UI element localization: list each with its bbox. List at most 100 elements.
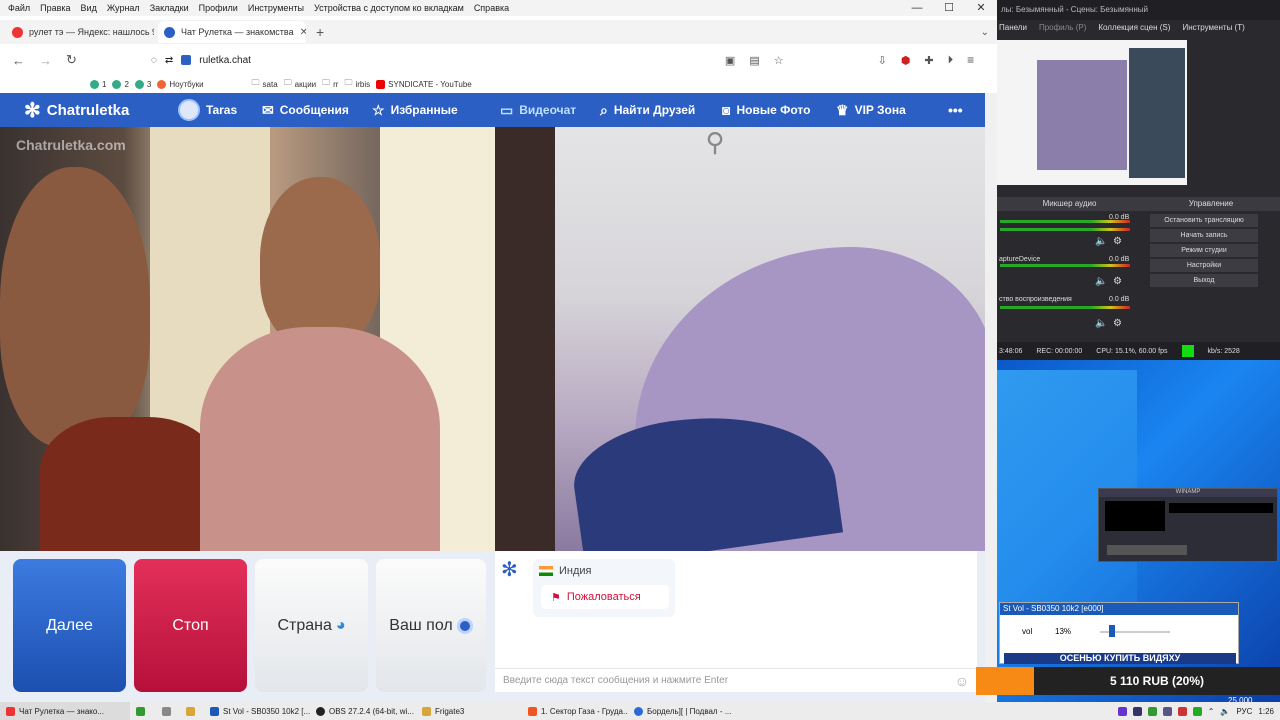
input-language[interactable]: РУС	[1236, 707, 1252, 716]
media-icon[interactable]: ⏵	[948, 54, 954, 67]
taskbar-app[interactable]	[130, 702, 156, 720]
taskbar-obs[interactable]: OBS 27.2.4 (64-bit, wi...	[310, 702, 416, 720]
nav-vip[interactable]: ♛ VIP Зона	[836, 93, 906, 127]
exit-button[interactable]: Выход	[1150, 274, 1258, 287]
audio-meter	[1000, 220, 1130, 223]
pocket-icon[interactable]: ▤	[749, 54, 759, 67]
nav-more-icon[interactable]: •••	[948, 93, 963, 127]
speaker-icon[interactable]: 🔈	[1220, 707, 1230, 716]
menu-profiles[interactable]: Профили	[199, 3, 238, 13]
minimize-button[interactable]: —	[901, 0, 933, 16]
new-tab-icon[interactable]: +	[316, 24, 324, 40]
obs-menu-scene-collection[interactable]: Коллекция сцен (S)	[1098, 20, 1170, 36]
bookmark-youtube[interactable]: SYNDICATE - YouTube	[376, 79, 472, 89]
next-button[interactable]: Далее	[13, 559, 126, 692]
tray-icon[interactable]	[1117, 706, 1127, 716]
bookmark-folder[interactable]: 🗀 sata	[252, 77, 278, 91]
volume-icon[interactable]: 🔈	[1095, 318, 1107, 329]
menu-devices[interactable]: Устройства с доступом ко вкладкам	[314, 3, 464, 13]
nav-user[interactable]: Taras	[178, 93, 237, 127]
obs-icon	[316, 706, 325, 716]
site-logo[interactable]: ✻ Chatruletka	[24, 93, 129, 127]
close-button[interactable]: ✕	[965, 0, 997, 16]
app-menu-icon[interactable]: ≡	[967, 53, 974, 67]
taskbar-browser[interactable]: Чат Рулетка — знако...	[0, 702, 130, 720]
chat-input[interactable]: Введите сюда текст сообщения и нажмите E…	[495, 668, 977, 692]
taskbar-app[interactable]	[156, 702, 180, 720]
back-icon[interactable]: ←	[12, 53, 25, 68]
bookmark-folder[interactable]: 1	[90, 79, 106, 89]
page-scrollbar[interactable]	[985, 93, 997, 702]
nav-messages[interactable]: ✉ Сообщения	[262, 93, 349, 127]
stop-stream-button[interactable]: Остановить трансляцию	[1150, 214, 1258, 227]
tray-icon[interactable]	[1192, 706, 1202, 716]
studio-mode-button[interactable]: Режим студии	[1150, 244, 1258, 257]
gear-icon[interactable]: ⚙	[1113, 236, 1122, 247]
ublock-icon[interactable]: ⬢	[901, 54, 911, 67]
report-button[interactable]: ⚑ Пожаловаться	[541, 585, 669, 609]
cpu-usage: CPU: 15.1%, 60.00 fps	[1096, 347, 1168, 355]
self-video: ⚲	[495, 127, 985, 551]
tray-icon[interactable]	[1162, 706, 1172, 716]
url-bar[interactable]: ◌ ⇄ ruletka.chat	[151, 55, 711, 66]
gear-icon[interactable]: ⚙	[1113, 276, 1122, 287]
menu-history[interactable]: Журнал	[107, 3, 140, 13]
obs-menu-profile[interactable]: Профиль (P)	[1039, 20, 1086, 36]
volume-icon[interactable]: 🔈	[1095, 276, 1107, 287]
taskbar-app[interactable]	[180, 702, 204, 720]
maximize-button[interactable]: ☐	[933, 0, 965, 16]
forward-icon[interactable]: →	[39, 53, 52, 68]
tab-list-chevron-icon[interactable]: ⌄	[981, 27, 989, 38]
tab-yandex[interactable]: рулет тэ — Яндекс: нашлось 9 ✕	[6, 21, 154, 43]
menu-bookmarks[interactable]: Закладки	[150, 3, 189, 13]
menu-help[interactable]: Справка	[474, 3, 509, 13]
reload-icon[interactable]: ↻	[66, 52, 77, 68]
nav-find-friends[interactable]: ⌕ Найти Друзей	[600, 93, 695, 127]
bookmark-folder[interactable]: 3	[134, 79, 151, 89]
menu-edit[interactable]: Правка	[40, 3, 70, 13]
bookmark-folder[interactable]: 🗀 irbis	[344, 77, 370, 91]
partner-info-card: Индия ⚑ Пожаловаться	[533, 559, 675, 617]
menu-tools[interactable]: Инструменты	[248, 3, 304, 13]
stop-button[interactable]: Стоп	[134, 559, 247, 692]
logo-text: Chatruletka	[46, 101, 130, 119]
nav-favorites[interactable]: ☆ Избранные	[372, 93, 458, 127]
emoji-icon[interactable]: ☺	[955, 669, 969, 693]
settings-button[interactable]: Настройки	[1150, 259, 1258, 272]
nav-new-photos[interactable]: ◙ Новые Фото	[722, 93, 810, 127]
menu-view[interactable]: Вид	[81, 3, 97, 13]
bookmark-folder[interactable]: 2	[112, 79, 129, 89]
banner-text: ОСЕНЬЮ КУПИТЬ ВИДЯХУ	[1004, 653, 1236, 664]
extensions-icon[interactable]: ⇩	[878, 54, 887, 67]
chevron-up-icon[interactable]: ⌃	[1208, 707, 1215, 716]
winamp-playback-buttons[interactable]	[1107, 545, 1187, 555]
clock[interactable]: 1:26	[1258, 707, 1274, 716]
folder-icon	[186, 706, 195, 716]
tray-icon[interactable]	[1147, 706, 1157, 716]
bookmark-folder[interactable]: 🗀 акции	[284, 77, 316, 91]
start-recording-button[interactable]: Начать запись	[1150, 229, 1258, 242]
volume-icon[interactable]: 🔈	[1095, 236, 1107, 247]
obs-menu-panels[interactable]: Панели	[999, 20, 1027, 36]
menu-file[interactable]: Файл	[8, 3, 30, 13]
tab-chatruletka[interactable]: Чат Рулетка — знакомства ✕	[158, 21, 306, 43]
bookmark-folder[interactable]: 🗀 rr	[322, 77, 338, 91]
tray-icon[interactable]	[1132, 706, 1142, 716]
gender-button[interactable]: Ваш пол	[376, 559, 486, 692]
taskbar-frigate[interactable]: Frigate3	[416, 702, 522, 720]
country-button[interactable]: Страна ◕	[255, 559, 368, 692]
bookmark-folder[interactable]: Ноутбуки	[157, 79, 204, 89]
tray-icon[interactable]	[1177, 706, 1187, 716]
taskbar-stvol[interactable]: St Vol - SB0350 10k2 [...	[204, 702, 310, 720]
bookmark-icon	[134, 79, 144, 89]
gear-icon[interactable]: ⚙	[1113, 318, 1122, 329]
puzzle-icon[interactable]: ✚	[924, 54, 933, 67]
vol-slider-thumb[interactable]	[1109, 625, 1116, 637]
taskbar-player[interactable]: 1. Сектор Газа - Груда...	[522, 702, 628, 720]
taskbar-browser-2[interactable]: Бордель][ | Подвал - ...	[628, 702, 734, 720]
tab-close-icon[interactable]: ✕	[300, 27, 306, 38]
screenshot-icon[interactable]: ▣	[725, 54, 735, 67]
nav-videochat[interactable]: ▭ Видеочат	[500, 93, 576, 127]
bookmark-star-icon[interactable]: ☆	[774, 54, 784, 67]
obs-menu-tools[interactable]: Инструменты (T)	[1182, 20, 1244, 36]
